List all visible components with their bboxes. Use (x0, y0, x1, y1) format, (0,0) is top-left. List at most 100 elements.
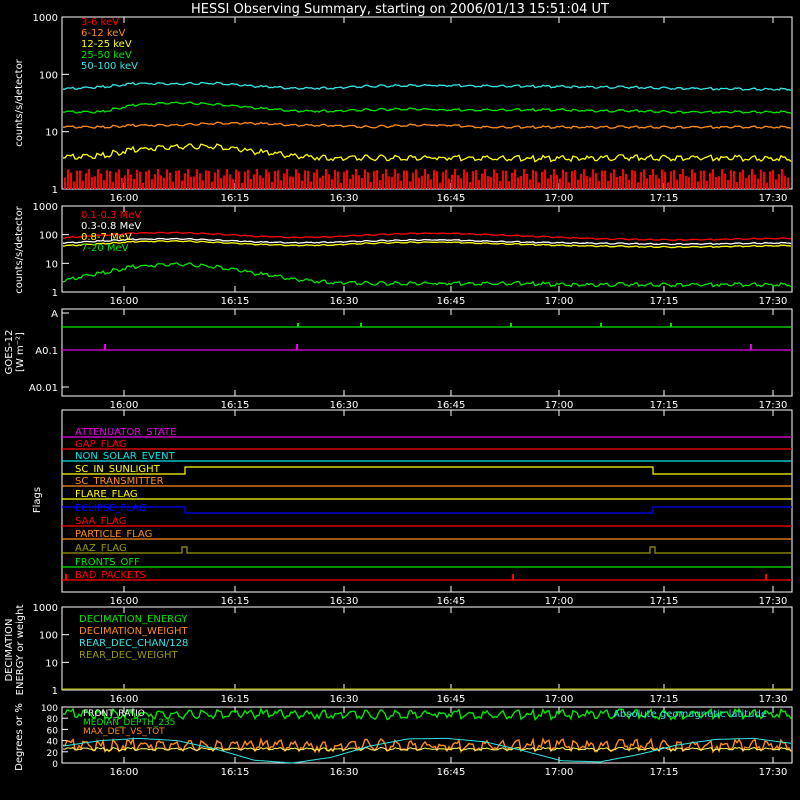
p6-ytick-label-3: 60 (47, 726, 59, 736)
p4-flag-label-2: NON_SOLAR_EVENT (75, 451, 176, 462)
p1-3-6kev-bar (460, 178, 462, 189)
p1-3-6kev-bar (385, 169, 387, 189)
p1-xtick-label-4: 17:00 (545, 193, 574, 204)
p1-3-6kev-bar (79, 170, 81, 189)
p1-3-6kev-bar (610, 172, 612, 189)
p4-flag-label-7: SAA_FLAG (75, 516, 126, 527)
p1-3-6kev-bar (493, 169, 495, 189)
p1-3-6kev-bar (235, 169, 237, 189)
p1-3-6kev-bar (295, 169, 297, 189)
p1-3-6kev-bar (742, 169, 744, 189)
p1-3-6kev-bar (499, 180, 501, 189)
p1-3-6kev-bar (76, 170, 78, 189)
p1-3-6kev-bar (394, 169, 396, 189)
p1-3-6kev-bar (682, 169, 684, 189)
p1-3-6kev-bar (772, 169, 774, 189)
p1-3-6kev-bar (304, 170, 306, 189)
p1-3-6kev-bar (658, 178, 660, 189)
p1-legend-1: 6-12 keV (81, 28, 125, 39)
p1-3-6kev-bar (337, 171, 339, 189)
p1-3-6kev-bar (442, 171, 444, 189)
p1-3-6kev-bar (607, 180, 609, 189)
p3-xtick-label-6: 17:30 (759, 400, 788, 411)
p1-3-6kev-bar (526, 173, 528, 189)
p4-flag-label-1: GAP_FLAG (75, 439, 127, 450)
p1-3-6kev-bar (94, 176, 96, 189)
p1-3-6kev-bar (568, 182, 570, 189)
p1-3-6kev-bar (265, 169, 267, 189)
p1-3-6kev-bar (505, 170, 507, 189)
p1-3-6kev-bar (139, 171, 141, 189)
p1-3-6kev-bar (514, 169, 516, 189)
p5-xtick-label-6: 17:30 (759, 694, 788, 705)
p2-legend-2: 0.8-7 MeV (81, 232, 132, 243)
p3-ytick-label-2: A0.01 (29, 383, 58, 394)
p1-3-6kev-bar (100, 173, 102, 189)
p4-flag-label-9: AAZ_FLAG (75, 543, 127, 554)
p1-3-6kev-bar (247, 169, 249, 189)
p1-3-6kev-bar (517, 177, 519, 189)
p1-3-6kev-bar (133, 178, 135, 189)
p6-xtick-label-0: 16:00 (110, 767, 139, 778)
p1-3-6kev-bar (253, 174, 255, 189)
p1-3-6kev-bar (226, 169, 228, 189)
p6-ytick-label-2: 40 (47, 738, 59, 748)
p1-3-6kev-bar (223, 175, 225, 189)
p5-legend-2: REAR_DEC_CHAN/128 (79, 638, 188, 649)
p1-3-6kev-bar (115, 172, 117, 189)
p1-3-6kev-bar (217, 169, 219, 189)
p1-3-6kev-bar (694, 172, 696, 189)
p4-flag-label-0: ATTENUATOR_STATE (75, 427, 176, 438)
p1-3-6kev-bar (640, 172, 642, 189)
p4-flag-label-5: FLARE_FLAG (75, 489, 138, 500)
p1-3-6kev-bar (124, 175, 126, 189)
p1-3-6kev-bar (661, 169, 663, 189)
p1-3-6kev-bar (727, 179, 729, 189)
p4-flag-label-3: SC_IN_SUNLIGHT (75, 464, 161, 475)
p1-3-6kev-bar (175, 170, 177, 189)
p1-3-6kev-bar (277, 170, 279, 189)
p1-3-6kev-bar (103, 180, 105, 189)
p1-3-6kev-bar (286, 169, 288, 189)
p1-3-6kev-bar (313, 172, 315, 189)
p6-xtick-label-3: 16:45 (437, 767, 466, 778)
p1-3-6kev-bar (109, 170, 111, 189)
p5-legend-3: REAR_DEC_WEIGHT (79, 650, 178, 661)
p1-3-6kev-bar (292, 176, 294, 189)
p1-3-6kev-bar (397, 173, 399, 189)
p1-3-6kev-bar (595, 172, 597, 189)
p1-3-6kev-bar (259, 175, 261, 189)
p1-3-6kev-bar (733, 171, 735, 189)
p3-ytick-label-0: A (51, 309, 58, 320)
p1-xtick-label-1: 16:15 (221, 193, 250, 204)
p6-legend-2: MAX_DET_VS_TOT (83, 727, 165, 737)
p4-xtick-label-4: 17:00 (545, 596, 574, 607)
p2-ytick-label-2: 100 (39, 231, 58, 242)
p5-xtick-label-1: 16:15 (221, 694, 250, 705)
p1-xtick-label-0: 16:00 (110, 193, 139, 204)
p4-bad-packet-1 (512, 574, 514, 580)
p1-3-6kev-bar (562, 169, 564, 189)
p1-3-6kev-bar (334, 169, 336, 189)
p1-3-6kev-bar (751, 169, 753, 189)
p1-3-6kev-bar (319, 177, 321, 189)
p1-3-6kev-bar (484, 169, 486, 189)
p1-xtick-label-2: 16:30 (330, 193, 359, 204)
p1-3-6kev-bar (553, 169, 555, 189)
p1-3-6kev-bar (88, 169, 90, 189)
p1-3-6kev-bar (544, 169, 546, 189)
p1-3-6kev-bar (64, 177, 66, 189)
p1-3-6kev-bar (199, 173, 201, 189)
p1-3-6kev-bar (370, 181, 372, 189)
p1-legend-2: 12-25 keV (81, 39, 132, 50)
p1-3-6kev-bar (463, 169, 465, 189)
p1-3-6kev-bar (163, 177, 165, 189)
p1-3-6kev-bar (628, 179, 630, 189)
p1-3-6kev-bar (679, 173, 681, 189)
p3-goes-long-blip-4 (670, 323, 672, 327)
p1-3-6kev-bar (91, 176, 93, 189)
p1-3-6kev-bar (487, 176, 489, 189)
p1-3-6kev-bar (469, 182, 471, 189)
p1-3-6kev-bar (112, 181, 114, 189)
p1-3-6kev-bar (592, 169, 594, 189)
